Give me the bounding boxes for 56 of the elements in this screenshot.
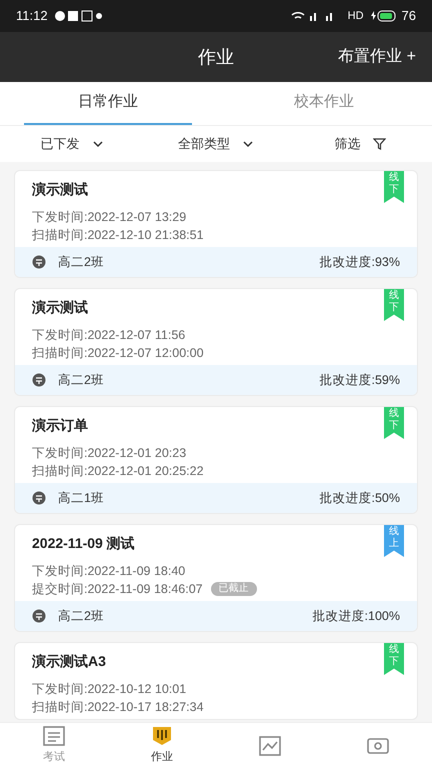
homework-card[interactable]: 2022-11-09 测试 线上 下发时间:2022-11-09 18:40 提交时间:2022-11-09 18:46:07 已截止 高二2班 批改进度:100% — [14, 524, 418, 632]
mode-tag: 线下 — [384, 171, 404, 203]
class-name: 高二2班 — [58, 608, 104, 625]
class-name: 高二1班 — [58, 490, 104, 507]
battery-level: 76 — [402, 7, 416, 26]
assign-homework-button[interactable]: 布置作业 + — [338, 45, 416, 69]
status-badge: 已截止 — [210, 582, 257, 596]
time-text: 下发时间:2022-12-07 13:29 — [32, 209, 186, 226]
mode-tag: 线下 — [384, 407, 404, 439]
class-icon — [32, 373, 46, 387]
class-name: 高二2班 — [58, 372, 104, 389]
class-icon — [32, 609, 46, 623]
time-text: 扫描时间:2022-12-10 21:38:51 — [32, 227, 204, 244]
time-text: 扫描时间:2022-12-01 20:25:22 — [32, 463, 204, 480]
dropdown-button[interactable]: 全部类型 — [144, 134, 288, 154]
card-title: 2022-11-09 测试 — [32, 534, 135, 553]
mode-tag: 线下 — [384, 643, 404, 675]
class-icon — [32, 491, 46, 505]
class-icon — [32, 255, 46, 269]
grading-label: 批改进度:93% — [320, 254, 400, 271]
document-icon — [42, 725, 66, 748]
homework-card[interactable]: 演示测试 线下 下发时间:2022-12-07 11:56 扫描时间:2022-12-07 12:00:00 高二2班 批改进度:59% — [14, 288, 418, 396]
time-text: 下发时间:2022-10-12 10:01 — [32, 681, 186, 698]
nav-tab[interactable]: 作业 — [108, 723, 216, 768]
card-title: 演示测试 — [32, 180, 88, 199]
grading-label: 批改进度:50% — [320, 490, 400, 507]
filter-button[interactable]: 筛选 — [288, 134, 432, 154]
chevron-down-icon — [242, 140, 254, 148]
time-text: 下发时间:2022-12-07 11:56 — [32, 327, 186, 344]
time-text: 扫描时间:2022-12-07 12:00:00 — [32, 345, 204, 362]
time-text: 提交时间:2022-11-09 18:46:07 — [32, 581, 203, 598]
time-text: 下发时间:2022-12-01 20:23 — [32, 445, 186, 462]
dropdown-button[interactable]: 已下发 — [0, 134, 144, 154]
class-name: 高二2班 — [58, 254, 104, 271]
homework-card[interactable]: 演示订单 线下 下发时间:2022-12-01 20:23 扫描时间:2022-12-01 20:25:22 高二1班 批改进度:50% — [14, 406, 418, 514]
tab[interactable]: 校本作业 — [240, 82, 408, 125]
card-title: 演示测试A3 — [32, 652, 106, 671]
network-label: HD — [348, 8, 364, 24]
mode-tag: 线上 — [384, 525, 404, 557]
time-text: 下发时间:2022-11-09 18:40 — [32, 563, 186, 580]
homework-card[interactable]: 演示测试A3 线下 下发时间:2022-10-12 10:01 扫描时间:2022-10-17 18:27:34 — [14, 642, 418, 720]
mode-tag: 线下 — [384, 289, 404, 321]
book-icon — [150, 725, 174, 748]
page-title: 作业 — [198, 46, 234, 68]
homework-card[interactable]: 演示测试 线下 下发时间:2022-12-07 13:29 扫描时间:2022-12-10 21:38:51 高二2班 批改进度:93% — [14, 170, 418, 278]
time-text: 扫描时间:2022-10-17 18:27:34 — [32, 699, 204, 716]
chart-icon — [258, 734, 282, 756]
grading-label: 批改进度:59% — [320, 372, 400, 389]
battery-icon — [370, 10, 396, 22]
notification-icons — [54, 10, 104, 22]
grading-label: 批改进度:100% — [312, 608, 400, 625]
chevron-down-icon — [92, 140, 104, 148]
filter-icon — [372, 138, 386, 150]
card-title: 演示测试 — [32, 298, 88, 317]
card-title: 演示订单 — [32, 416, 88, 435]
clock: 11:12 — [16, 7, 48, 26]
